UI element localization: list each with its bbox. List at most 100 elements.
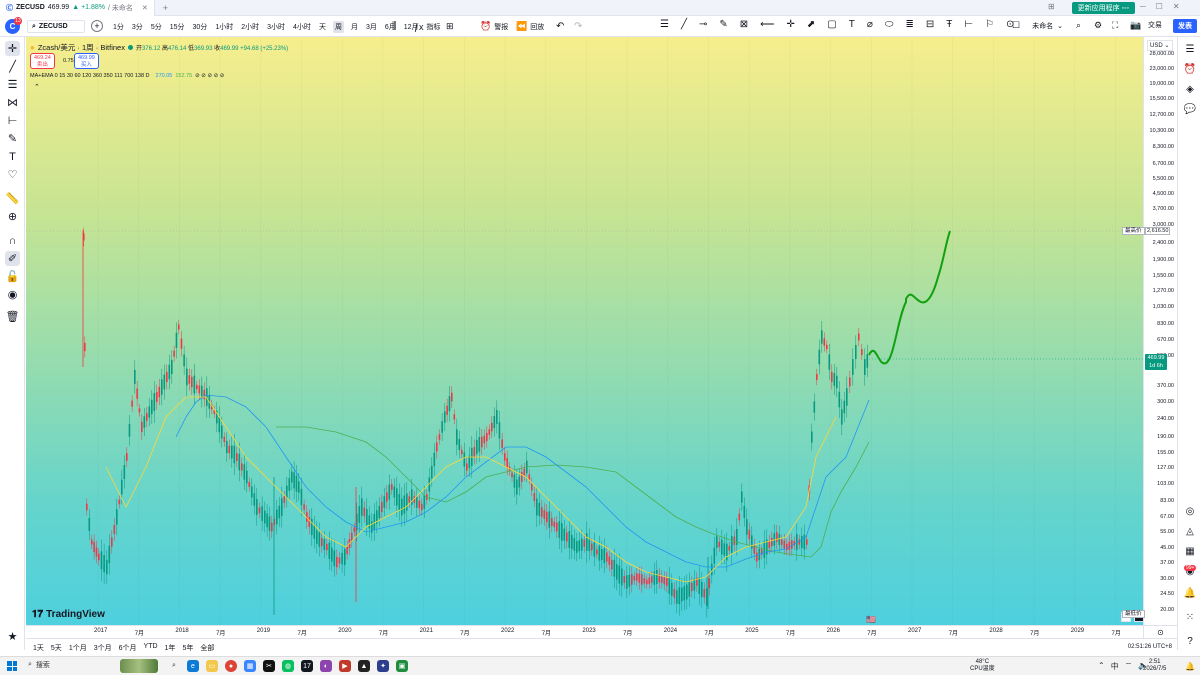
interval-week[interactable]: 周 bbox=[332, 20, 344, 33]
interval-5m[interactable]: 5分 bbox=[150, 22, 163, 32]
interval-day[interactable]: 天 bbox=[318, 22, 327, 32]
interval-3month[interactable]: 3月 bbox=[365, 22, 378, 32]
ma-hidden-icons[interactable]: ⊘ ⊘ ⊘ ⊘ ⊘ bbox=[195, 73, 224, 79]
task-search-app-icon[interactable]: ⌕ bbox=[168, 660, 180, 672]
trendline-tool-icon[interactable]: ╱ bbox=[681, 19, 687, 30]
tradingview-app-icon[interactable]: 17 bbox=[301, 660, 313, 672]
close-tab-icon[interactable]: ✕ bbox=[142, 4, 148, 12]
buy-button[interactable]: 469.99 买入 bbox=[74, 53, 99, 69]
video-app-icon[interactable]: ▶ bbox=[339, 660, 351, 672]
symbol-title[interactable]: Zcash/美元 · 1周 · Bitfinex bbox=[38, 42, 125, 53]
range-1m[interactable]: 1个月 bbox=[69, 643, 87, 653]
green-app-icon[interactable]: ▣ bbox=[396, 660, 408, 672]
close-window-icon[interactable]: ✕ bbox=[1173, 2, 1180, 11]
rectangle-cross-icon[interactable]: ⊠ bbox=[740, 19, 748, 30]
range-1y[interactable]: 1年 bbox=[165, 643, 176, 653]
text-icon[interactable]: T bbox=[5, 149, 20, 164]
taskbar-search[interactable]: ⌕ 搜索 bbox=[28, 660, 50, 670]
settings-button[interactable]: ⚙ bbox=[1094, 20, 1102, 31]
brush-tool-icon[interactable]: ✎ bbox=[719, 19, 727, 30]
system-clock[interactable]: 2:51 2026/7/5 bbox=[1143, 659, 1166, 673]
snapshot-button[interactable]: 📷 bbox=[1130, 20, 1141, 31]
lock-icon[interactable]: 🔓 bbox=[5, 269, 20, 284]
pointer-tool-icon[interactable]: ⬈ bbox=[807, 19, 815, 30]
trade-button[interactable]: 交易 bbox=[1148, 20, 1162, 30]
trendline-icon[interactable]: ╱ bbox=[5, 59, 20, 74]
crosshair-icon[interactable]: ✛ bbox=[5, 41, 20, 56]
range-6m[interactable]: 6个月 bbox=[119, 643, 137, 653]
ray-icon[interactable]: ⟵ bbox=[760, 19, 774, 30]
fib-icon[interactable]: ☰ bbox=[5, 77, 20, 92]
interval-month[interactable]: 月 bbox=[350, 22, 359, 32]
capcut-icon[interactable]: ✂ bbox=[263, 660, 275, 672]
sell-button[interactable]: 469.24 卖出 bbox=[30, 53, 55, 69]
apps-icon[interactable]: ⁙ bbox=[1183, 610, 1197, 624]
screenshot-share-icon[interactable]: ⊞ bbox=[1048, 2, 1055, 11]
axis-settings-button[interactable]: ⊙ bbox=[1143, 625, 1177, 638]
taskbar-widget-image[interactable] bbox=[120, 659, 158, 673]
interval-4h[interactable]: 4小时 bbox=[292, 22, 312, 32]
language-indicator[interactable]: 中 bbox=[1111, 661, 1119, 672]
range-5y[interactable]: 5年 bbox=[182, 643, 193, 653]
collapse-legend-button[interactable]: ⌃ bbox=[34, 83, 40, 91]
chrome-icon[interactable]: ● bbox=[225, 660, 237, 672]
redo-button[interactable]: ↷ bbox=[574, 20, 582, 33]
measure-tool-icon[interactable]: ⊢ bbox=[964, 19, 973, 30]
range-3m[interactable]: 3个月 bbox=[94, 643, 112, 653]
us-flag-event-icon[interactable]: 🇺🇸 bbox=[866, 615, 876, 624]
lines-icon[interactable]: ☰ bbox=[660, 19, 669, 30]
compare-symbol-button[interactable]: + bbox=[91, 20, 103, 32]
minimize-icon[interactable]: ─ bbox=[1140, 2, 1146, 11]
interval-15m[interactable]: 15分 bbox=[169, 22, 186, 32]
maximize-icon[interactable]: ☐ bbox=[1156, 2, 1163, 11]
store-icon[interactable]: ▦ bbox=[244, 660, 256, 672]
ma-indicator-legend[interactable]: MA+EMA 0 15 30 60 120 360 350 111 700 13… bbox=[30, 73, 224, 79]
anchor-text-icon[interactable]: Ŧ bbox=[946, 19, 952, 30]
alert-button[interactable]: ⏰ 警报 bbox=[480, 20, 508, 33]
zoom-icon[interactable]: ⊕ bbox=[5, 209, 20, 224]
interval-2h[interactable]: 2小时 bbox=[240, 22, 260, 32]
rectangle-icon[interactable]: ▢ bbox=[827, 19, 836, 30]
highlighter-icon[interactable]: ⌀ bbox=[867, 19, 873, 30]
lock-draw-icon[interactable]: ✐ bbox=[5, 251, 20, 266]
update-app-button[interactable]: 更新应用程序 ◦◦◦ bbox=[1071, 2, 1135, 14]
replay-button[interactable]: ⏪ 回放 bbox=[516, 20, 544, 33]
watchlist-icon[interactable]: ☰ bbox=[1183, 42, 1197, 56]
interval-30m[interactable]: 30分 bbox=[192, 22, 209, 32]
chat-icon[interactable]: 💬 bbox=[1183, 102, 1197, 116]
interval-3m[interactable]: 3分 bbox=[131, 22, 144, 32]
bell-icon[interactable]: 🔔 bbox=[1183, 586, 1197, 600]
chart-pane[interactable]: ● Zcash/美元 · 1周 · Bitfinex 开376.12 高476.… bbox=[26, 37, 1143, 625]
price-axis[interactable]: USD ⌄ 28,000.00 23,000.00 19,000.00 15,500.… bbox=[1143, 37, 1177, 625]
indicators-button[interactable]: ƒx 指标 bbox=[414, 20, 441, 33]
range-ytd[interactable]: YTD bbox=[144, 643, 158, 653]
calendar-icon[interactable]: ▦ bbox=[1183, 544, 1197, 558]
new-tab-button[interactable]: + bbox=[155, 3, 176, 13]
eye-icon[interactable]: ◉ bbox=[5, 287, 20, 302]
help-icon[interactable]: ? bbox=[1183, 634, 1197, 648]
stock-app-icon[interactable]: ▲ bbox=[358, 660, 370, 672]
edge-icon[interactable]: e bbox=[187, 660, 199, 672]
horizontal-line-icon[interactable]: ⊸ bbox=[699, 19, 707, 30]
magnet-icon[interactable]: ∩ bbox=[5, 233, 20, 248]
layers-icon[interactable]: ◈ bbox=[1183, 82, 1197, 96]
target-icon[interactable]: ◎ bbox=[1183, 504, 1197, 518]
heart-icon[interactable]: ♡ bbox=[5, 167, 20, 182]
brush-icon[interactable]: ✎ bbox=[5, 131, 20, 146]
alert-clock-icon[interactable]: ⏰ bbox=[1183, 62, 1197, 76]
notification-center-icon[interactable]: 🔔 bbox=[1185, 662, 1195, 671]
templates-button[interactable]: ⊞ bbox=[446, 20, 454, 33]
ellipse-icon[interactable]: ⬭ bbox=[885, 19, 894, 30]
interval-1m[interactable]: 1分 bbox=[112, 22, 125, 32]
chart-type-button[interactable]: ⫼ bbox=[392, 20, 397, 33]
object-tree-icon[interactable]: ★ bbox=[5, 629, 20, 644]
flag-icon[interactable]: ⚐ bbox=[985, 19, 994, 30]
game-app-icon[interactable]: ✦ bbox=[377, 660, 389, 672]
publish-button[interactable]: 发表 bbox=[1173, 19, 1197, 33]
network-icon[interactable]: ⌔ bbox=[1125, 661, 1133, 672]
windows-start-icon[interactable] bbox=[7, 661, 17, 671]
range-5d[interactable]: 5天 bbox=[51, 643, 62, 653]
range-1d[interactable]: 1天 bbox=[33, 643, 44, 653]
fullscreen-button[interactable]: ⛶ bbox=[1112, 20, 1118, 31]
utc-clock[interactable]: 02:51:26 UTC+8 bbox=[1128, 644, 1172, 650]
